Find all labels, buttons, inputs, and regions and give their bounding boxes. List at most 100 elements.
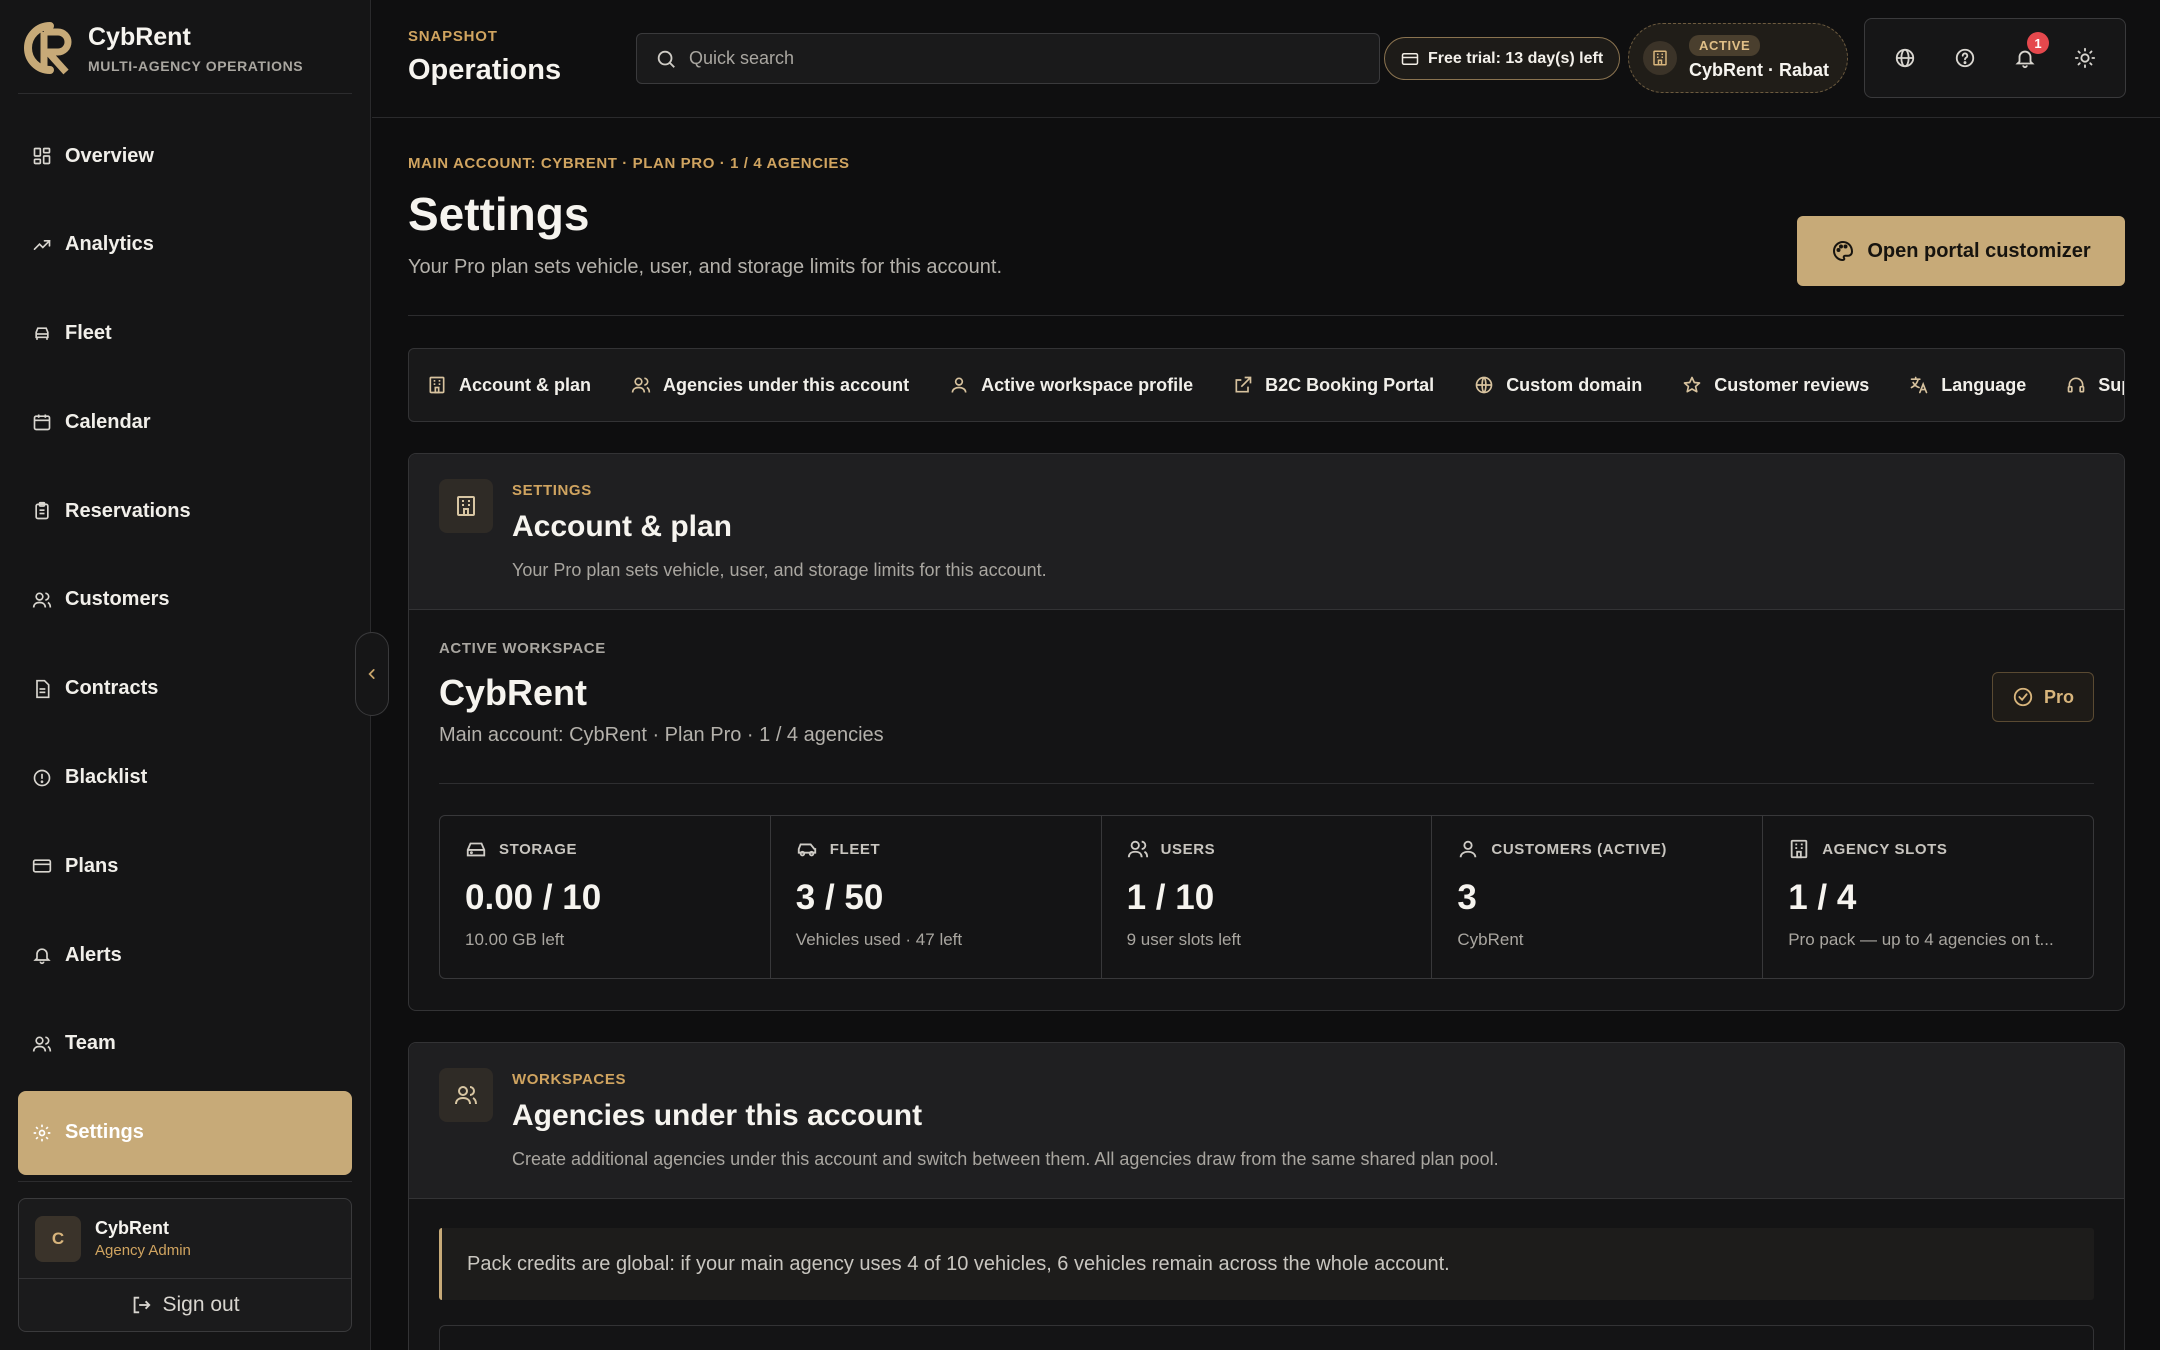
stat-label: USERS: [1160, 840, 1216, 858]
sidebar-item-reservations[interactable]: Reservations: [18, 469, 352, 553]
globe-icon: [1475, 376, 1493, 394]
usage-stats: STORAGE 0.00 / 10 10.00 GB left FLEET 3 …: [439, 815, 2094, 979]
stat-value: 0.00 / 10: [465, 878, 602, 917]
tab-workspace-profile[interactable]: Active workspace profile: [949, 375, 1193, 396]
status-badge: ACTIVE: [1689, 35, 1761, 56]
sidebar-item-label: Calendar: [65, 410, 151, 433]
page-title: Settings: [408, 188, 590, 240]
user-profile[interactable]: C CybRent Agency Admin: [19, 1199, 351, 1279]
trial-badge[interactable]: Free trial: 13 day(s) left: [1384, 37, 1621, 80]
language-button[interactable]: [1885, 38, 1925, 78]
trend-icon: [33, 239, 51, 250]
building-icon: [1643, 41, 1677, 75]
sidebar-item-label: Contracts: [65, 677, 159, 700]
divider: [18, 93, 352, 94]
building-icon: [1790, 839, 1808, 859]
page-eyebrow: MAIN ACCOUNT: CYBRENT · PLAN PRO · 1 / 4…: [408, 155, 850, 172]
stat-label: AGENCY SLOTS: [1822, 840, 1948, 858]
card-icon: [1401, 52, 1419, 65]
sidebar-item-calendar[interactable]: Calendar: [18, 380, 352, 464]
sidebar-item-label: Overview: [65, 144, 154, 167]
tab-label: Custom domain: [1506, 374, 1643, 395]
search-box[interactable]: [636, 33, 1380, 84]
calendar-icon: [33, 414, 51, 431]
page-subtitle: Your Pro plan sets vehicle, user, and st…: [408, 256, 1003, 278]
bell-icon: [33, 948, 51, 965]
sign-out-button[interactable]: Sign out: [19, 1279, 351, 1331]
workspace-eyebrow: ACTIVE WORKSPACE: [439, 640, 606, 657]
workspace-switcher[interactable]: ACTIVE CybRent · Rabat: [1628, 23, 1848, 93]
workspace-subtitle: Main account: CybRent · Plan Pro · 1 / 4…: [439, 724, 884, 746]
sidebar-item-settings[interactable]: Settings: [18, 1090, 352, 1175]
star-icon: [1683, 376, 1701, 393]
theme-toggle-button[interactable]: [2065, 38, 2105, 78]
sidebar-item-team[interactable]: Team: [18, 1002, 352, 1086]
card-icon: [32, 859, 52, 874]
sidebar-item-overview[interactable]: Overview: [18, 114, 352, 198]
agency-list-container: [439, 1325, 2094, 1350]
sidebar-item-analytics[interactable]: Analytics: [18, 203, 352, 287]
grid-icon: [33, 147, 51, 165]
plan-badge-label: Pro: [2043, 686, 2074, 707]
user-name: CybRent: [95, 1218, 170, 1238]
sidebar-item-label: Customers: [65, 588, 170, 611]
storage-icon: [466, 842, 486, 857]
sidebar-item-contracts[interactable]: Contracts: [18, 647, 352, 731]
open-portal-customizer-label: Open portal customizer: [1867, 239, 2091, 262]
user-icon: [1460, 840, 1477, 858]
section-title: Operations: [408, 54, 562, 86]
search-input[interactable]: [689, 48, 1349, 69]
stat-note: 10.00 GB left: [465, 930, 565, 949]
card-subtitle: Your Pro plan sets vehicle, user, and st…: [512, 560, 1047, 580]
avatar: C: [35, 1215, 81, 1262]
gear-icon: [33, 1124, 51, 1142]
document-icon: [36, 679, 50, 698]
stat-value: 3: [1457, 878, 1477, 917]
tab-label: Language: [1941, 374, 2027, 395]
tab-account-plan[interactable]: Account & plan: [427, 375, 591, 396]
brand-subtitle: MULTI-AGENCY OPERATIONS: [88, 57, 304, 74]
tab-label: Account & plan: [459, 374, 592, 395]
tab-booking-portal[interactable]: B2C Booking Portal: [1233, 375, 1434, 396]
car-icon: [797, 843, 816, 857]
sidebar-item-customers[interactable]: Customers: [18, 558, 352, 642]
sidebar-item-blacklist[interactable]: Blacklist: [18, 736, 352, 820]
sidebar-item-fleet[interactable]: Fleet: [18, 292, 352, 376]
users-icon: [631, 377, 651, 393]
notifications-button[interactable]: 1: [2005, 32, 2049, 78]
sidebar-item-label: Fleet: [65, 322, 112, 345]
users-icon: [32, 592, 52, 608]
search-icon: [657, 50, 675, 68]
sidebar-item-plans[interactable]: Plans: [18, 824, 352, 908]
tab-label: Customer reviews: [1714, 374, 1870, 395]
card-title: Agencies under this account: [512, 1099, 923, 1132]
translate-icon: [1910, 376, 1928, 394]
plan-badge[interactable]: Pro: [1992, 672, 2094, 722]
help-button[interactable]: [1945, 38, 1985, 78]
tab-label: Support: [2098, 374, 2124, 395]
card-subtitle: Create additional agencies under this ac…: [512, 1149, 1499, 1169]
open-portal-customizer-button[interactable]: Open portal customizer: [1797, 216, 2125, 286]
tab-agencies[interactable]: Agencies under this account: [631, 375, 909, 396]
sign-out-label: Sign out: [162, 1293, 240, 1316]
tab-custom-domain[interactable]: Custom domain: [1474, 375, 1642, 396]
tab-customer-reviews[interactable]: Customer reviews: [1682, 375, 1869, 396]
brand[interactable]: CybRent MULTI-AGENCY OPERATIONS: [18, 18, 303, 78]
stat-note: Vehicles used · 47 left: [795, 930, 963, 949]
trial-label: Free trial: 13 day(s) left: [1428, 49, 1604, 67]
tab-support[interactable]: Support: [2066, 374, 2124, 396]
workspace-name: CybRent · Rabat: [1689, 60, 1830, 80]
divider: [18, 1181, 352, 1182]
clipboard-icon: [35, 502, 49, 520]
sidebar-item-alerts[interactable]: Alerts: [18, 913, 352, 997]
card-eyebrow: WORKSPACES: [512, 1071, 627, 1088]
sidebar-nav: Overview Analytics Fleet Calendar Reserv…: [18, 114, 352, 1180]
sidebar-item-label: Alerts: [65, 943, 122, 966]
team-icon: [32, 1036, 52, 1052]
main-content: MAIN ACCOUNT: CYBRENT · PLAN PRO · 1 / 4…: [372, 119, 2160, 1350]
agencies-card: WORKSPACES Agencies under this account C…: [408, 1042, 2125, 1350]
tab-language[interactable]: Language: [1909, 375, 2026, 396]
stat-customers: CUSTOMERS (ACTIVE) 3 CybRent: [1432, 816, 1764, 978]
stat-value: 3 / 50: [795, 878, 884, 917]
tab-label: Agencies under this account: [663, 374, 910, 395]
